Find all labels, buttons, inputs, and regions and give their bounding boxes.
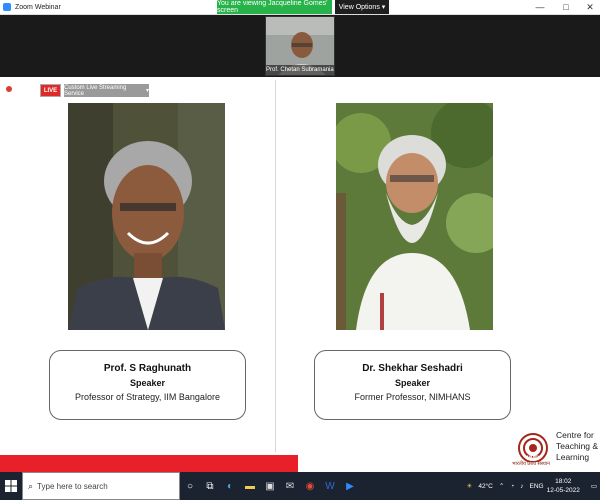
ctl-line-3: Learning <box>556 452 590 462</box>
speaker-role: Speaker <box>394 378 431 388</box>
taskbar: ⌕ Type here to search ○ ⧉ ◐ ▬ ▣ ✉ ◉ W ▶ … <box>0 472 600 500</box>
streaming-service-label: Custom Live Streaming Service <box>64 84 127 97</box>
ctl-line-1: Centre for <box>556 430 594 440</box>
language-indicator[interactable]: ENG <box>530 483 544 490</box>
volume-icon[interactable]: ♪ <box>520 483 523 490</box>
slide-divider <box>275 80 276 452</box>
streaming-service-dropdown[interactable]: Custom Live Streaming Service ▾ <box>64 84 149 97</box>
recording-icon <box>6 86 12 92</box>
speaker-photo-2 <box>336 103 493 330</box>
edge-icon[interactable]: ◐ <box>220 472 240 500</box>
participant-name: Prof. Chetan Subramanian <box>266 65 335 75</box>
view-options-label: View Options <box>338 3 380 11</box>
ctl-logo: IIMB Centre for Teaching & Learning भारत… <box>508 430 600 472</box>
viewing-screen-banner: You are viewing Jacqueline Gomes' screen <box>217 0 332 14</box>
weather-temp: 42°C <box>478 482 493 490</box>
close-button[interactable]: ✕ <box>580 0 600 14</box>
speaker-description: Professor of Strategy, IIM Bangalore <box>75 392 220 402</box>
hindi-institute-name: भारतीय प्रबंध संस्थान <box>512 461 550 467</box>
start-button[interactable] <box>0 472 22 500</box>
clock-time: 18:02 <box>555 478 572 485</box>
clock-date: 12-05-2022 <box>546 487 580 494</box>
live-badge[interactable]: LIVE <box>40 84 61 97</box>
search-icon: ⌕ <box>28 480 34 491</box>
store-icon[interactable]: ▣ <box>260 472 280 500</box>
taskbar-search-placeholder: Type here to search <box>37 481 108 491</box>
chrome-icon[interactable]: ◉ <box>300 472 320 500</box>
speaker-photo-1 <box>68 103 225 330</box>
notification-icon[interactable]: ▭ <box>591 482 597 490</box>
speaker-name: Prof. S Raghunath <box>103 363 192 374</box>
speaker-role: Speaker <box>129 378 166 388</box>
weather-icon: ☀ <box>466 483 473 490</box>
taskbar-clock[interactable]: 18:02 12-05-2022 <box>547 477 580 495</box>
windows-logo-icon <box>5 480 17 492</box>
speaker-card-2: Dr. Shekhar Seshadri Speaker Former Prof… <box>314 350 511 420</box>
view-options-button[interactable]: View Options ▾ <box>335 0 389 14</box>
participant-video-thumbnail[interactable]: Prof. Chetan Subramanian <box>265 16 335 76</box>
window-title: Zoom Webinar <box>15 3 61 11</box>
iimb-logo-icon: IIMB <box>518 433 548 462</box>
taskbar-search-box[interactable]: ⌕ Type here to search <box>22 472 180 500</box>
minimize-button[interactable]: — <box>530 0 550 14</box>
speaker-description: Former Professor, NIMHANS <box>354 392 471 402</box>
file-explorer-icon[interactable]: ▬ <box>240 472 260 500</box>
speaker-name: Dr. Shekhar Seshadri <box>362 363 463 374</box>
mail-icon[interactable]: ✉ <box>280 472 300 500</box>
speaker-card-1: Prof. S Raghunath Speaker Professor of S… <box>49 350 246 420</box>
ctl-logo-text: Centre for Teaching & Learning <box>556 430 598 463</box>
network-icon[interactable]: ◔ <box>510 483 514 490</box>
zoom-taskbar-icon[interactable]: ▶ <box>340 472 360 500</box>
cortana-icon[interactable]: ○ <box>180 472 200 500</box>
word-icon[interactable]: W <box>320 472 340 500</box>
slide-footer-bar <box>0 455 298 472</box>
system-tray: ☀ 42°C ⌃ ◔ ♪ ENG 18:02 12-05-2022 ▭ <box>464 472 600 500</box>
zoom-app-icon <box>3 3 11 11</box>
tray-overflow-icon[interactable]: ⌃ <box>499 482 504 490</box>
maximize-button[interactable]: □ <box>556 0 576 14</box>
ctl-line-2: Teaching & <box>556 441 599 451</box>
task-view-icon[interactable]: ⧉ <box>200 472 220 500</box>
